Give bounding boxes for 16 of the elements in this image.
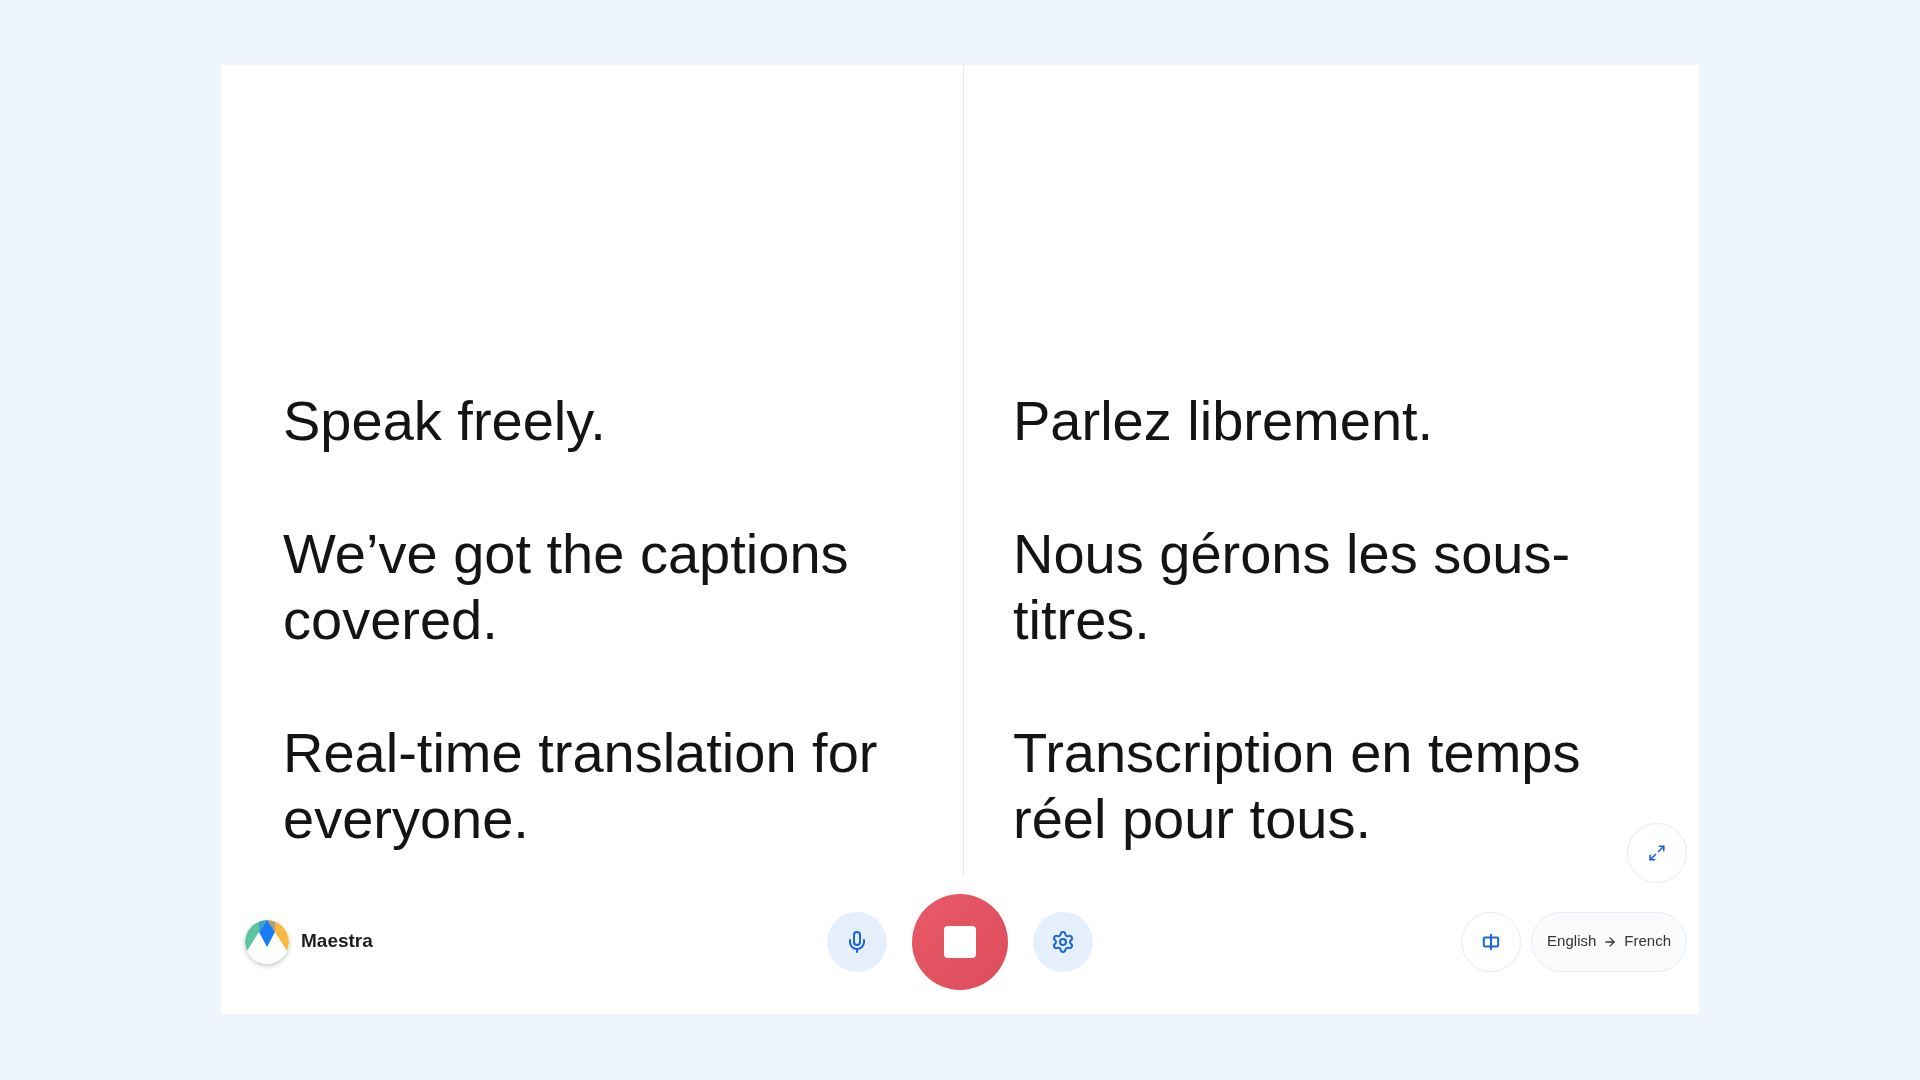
logo-icon [245,919,289,964]
stop-icon [944,925,976,958]
settings-icon [1051,929,1075,954]
translation-text: Parlez librement. [1013,388,1435,454]
translation-text: Nous gérons les sous-titres. [1013,521,1572,653]
target-language: French [1624,931,1671,952]
source-language: English [1547,931,1597,952]
caption-text: Real-time translation for everyone. [283,720,879,852]
caption-text: Speak freely. [283,388,607,454]
arrow-right-icon [1603,934,1618,949]
brand-name: Maestra [301,929,373,954]
columns-icon [1482,932,1501,951]
language-pair-button[interactable]: English French [1531,911,1687,972]
translation-text: Transcription en temps réel pour tous. [1013,720,1582,852]
caption-text: We’ve got the captions covered. [283,521,850,653]
expand-icon [1648,844,1666,862]
